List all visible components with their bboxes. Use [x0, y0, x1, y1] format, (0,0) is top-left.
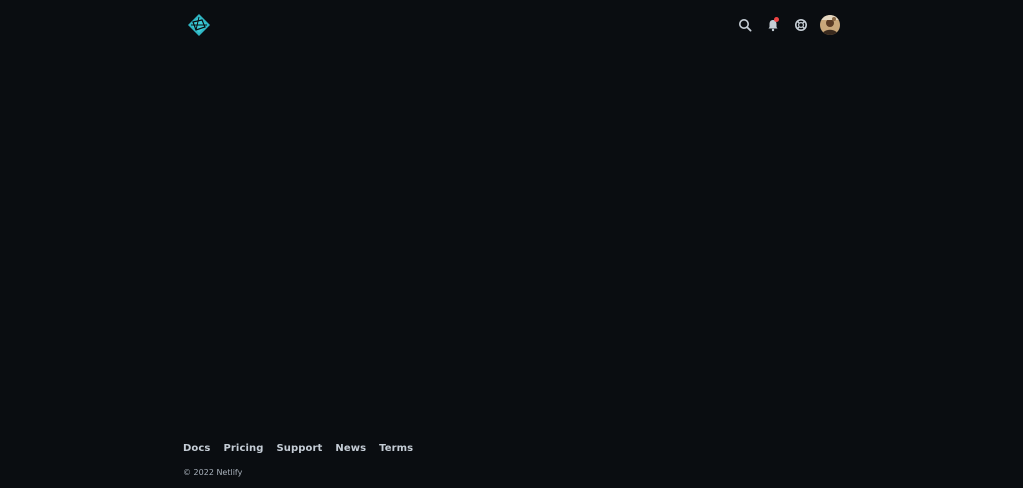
footer-link-docs[interactable]: Docs: [183, 443, 210, 454]
copyright-text: © 2022 Netlify: [183, 468, 243, 477]
footer-link-terms[interactable]: Terms: [379, 443, 413, 454]
top-navigation-bar: [183, 0, 840, 50]
bell-icon[interactable]: [762, 14, 784, 36]
notification-badge: [774, 17, 779, 22]
footer-link-pricing[interactable]: Pricing: [223, 443, 263, 454]
footer-navigation: Docs Pricing Support News Terms: [183, 437, 840, 459]
lifebuoy-icon[interactable]: [790, 14, 812, 36]
site-footer: Docs Pricing Support News Terms © 2022 N…: [183, 437, 840, 478]
search-icon[interactable]: [734, 14, 756, 36]
footer-link-support[interactable]: Support: [276, 443, 322, 454]
user-avatar[interactable]: [820, 15, 840, 35]
app-page: Docs Pricing Support News Terms © 2022 N…: [0, 0, 1023, 488]
footer-link-news[interactable]: News: [335, 443, 366, 454]
header-actions: [728, 14, 840, 36]
netlify-logo-icon[interactable]: [187, 13, 211, 37]
